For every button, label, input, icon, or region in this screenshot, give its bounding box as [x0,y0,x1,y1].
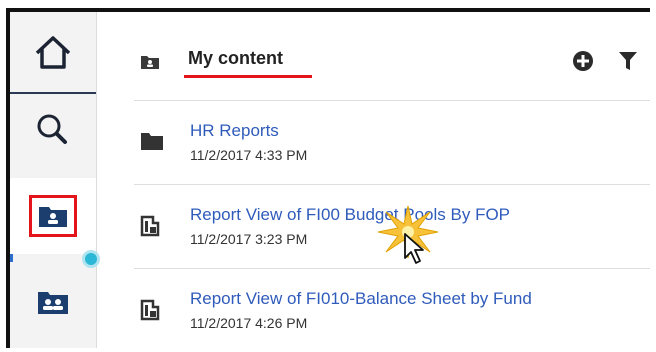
content-header: My content [96,12,650,100]
folder-icon [141,133,163,150]
list-item[interactable]: HR Reports 11/2/2017 4:33 PM [134,100,650,185]
list-item[interactable]: Report View of FI010-Balance Sheet by Fu… [134,268,650,348]
home-icon [35,36,71,69]
team-content-button[interactable] [10,264,96,340]
item-name[interactable]: HR Reports [190,121,279,141]
page-title: My content [188,48,284,68]
my-content-folder-icon [141,56,159,69]
navigation-rail [10,12,100,348]
highlight-box [29,195,77,237]
my-content-button[interactable] [10,178,96,254]
item-name[interactable]: Report View of FI00 Budget Pools By FOP [190,205,510,225]
item-date: 11/2/2017 4:26 PM [190,315,308,331]
my-content-icon [39,207,67,227]
plus-circle-icon[interactable] [572,50,594,72]
item-date: 11/2/2017 3:23 PM [190,231,308,247]
title-highlight-underline [184,75,312,78]
item-name[interactable]: Report View of FI010-Balance Sheet by Fu… [190,289,532,309]
report-view-icon [140,299,160,321]
report-view-icon [140,215,160,237]
app-frame: My content HR Reports 11/2/2017 4:33 PM [6,8,650,348]
team-content-icon [38,292,68,314]
item-date: 11/2/2017 4:33 PM [190,147,308,163]
filter-funnel-icon[interactable] [618,50,638,72]
content-panel: My content HR Reports 11/2/2017 4:33 PM [96,12,650,348]
mouse-pointer-icon [404,233,424,264]
search-button[interactable] [10,92,96,168]
home-button[interactable] [10,12,96,94]
search-icon [37,114,67,144]
